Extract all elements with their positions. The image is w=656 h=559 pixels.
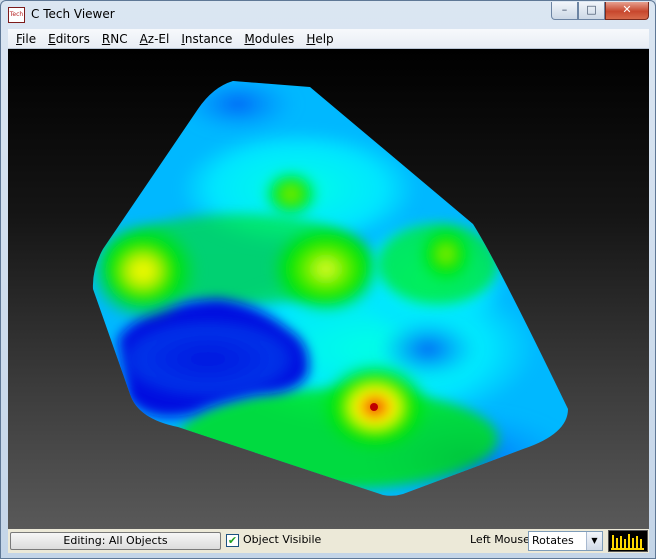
app-icon[interactable]: Tech	[8, 7, 25, 23]
title-bar[interactable]: Tech C Tech Viewer – □ ✕	[1, 1, 655, 29]
surface-plot[interactable]	[8, 49, 649, 529]
menu-instance[interactable]: Instance	[175, 29, 238, 49]
menu-file[interactable]: File	[10, 29, 42, 49]
left-mouse-value: Rotates	[532, 534, 574, 547]
window-title: C Tech Viewer	[31, 7, 115, 21]
menu-modules[interactable]: Modules	[238, 29, 300, 49]
object-visible-checkbox[interactable]: ✔	[226, 534, 239, 547]
menu-help[interactable]: Help	[300, 29, 339, 49]
object-visible-label: Object Visibile	[243, 533, 322, 546]
3d-viewport[interactable]	[8, 49, 649, 529]
menu-editors[interactable]: Editors	[42, 29, 96, 49]
left-mouse-label: Left Mouse	[470, 533, 530, 546]
menu-az-el[interactable]: Az-El	[134, 29, 176, 49]
close-button[interactable]: ✕	[605, 2, 649, 20]
maximize-button[interactable]: □	[578, 2, 605, 20]
menu-bar: File Editors RNC Az-El Instance Modules …	[8, 29, 649, 49]
chevron-down-icon[interactable]: ▼	[586, 532, 602, 550]
menu-rnc[interactable]: RNC	[96, 29, 134, 49]
window-controls: – □ ✕	[551, 2, 649, 20]
editing-objects-button[interactable]: Editing: All Objects	[10, 532, 221, 550]
minimize-button[interactable]: –	[551, 2, 578, 20]
app-window: Tech C Tech Viewer – □ ✕ File Editors RN…	[0, 0, 656, 559]
left-mouse-select[interactable]: Rotates ▼	[528, 531, 603, 551]
activity-meter-icon	[608, 530, 648, 552]
surface-mesh	[92, 81, 569, 496]
status-bar: Editing: All Objects ✔ Object Visibile L…	[8, 529, 649, 553]
